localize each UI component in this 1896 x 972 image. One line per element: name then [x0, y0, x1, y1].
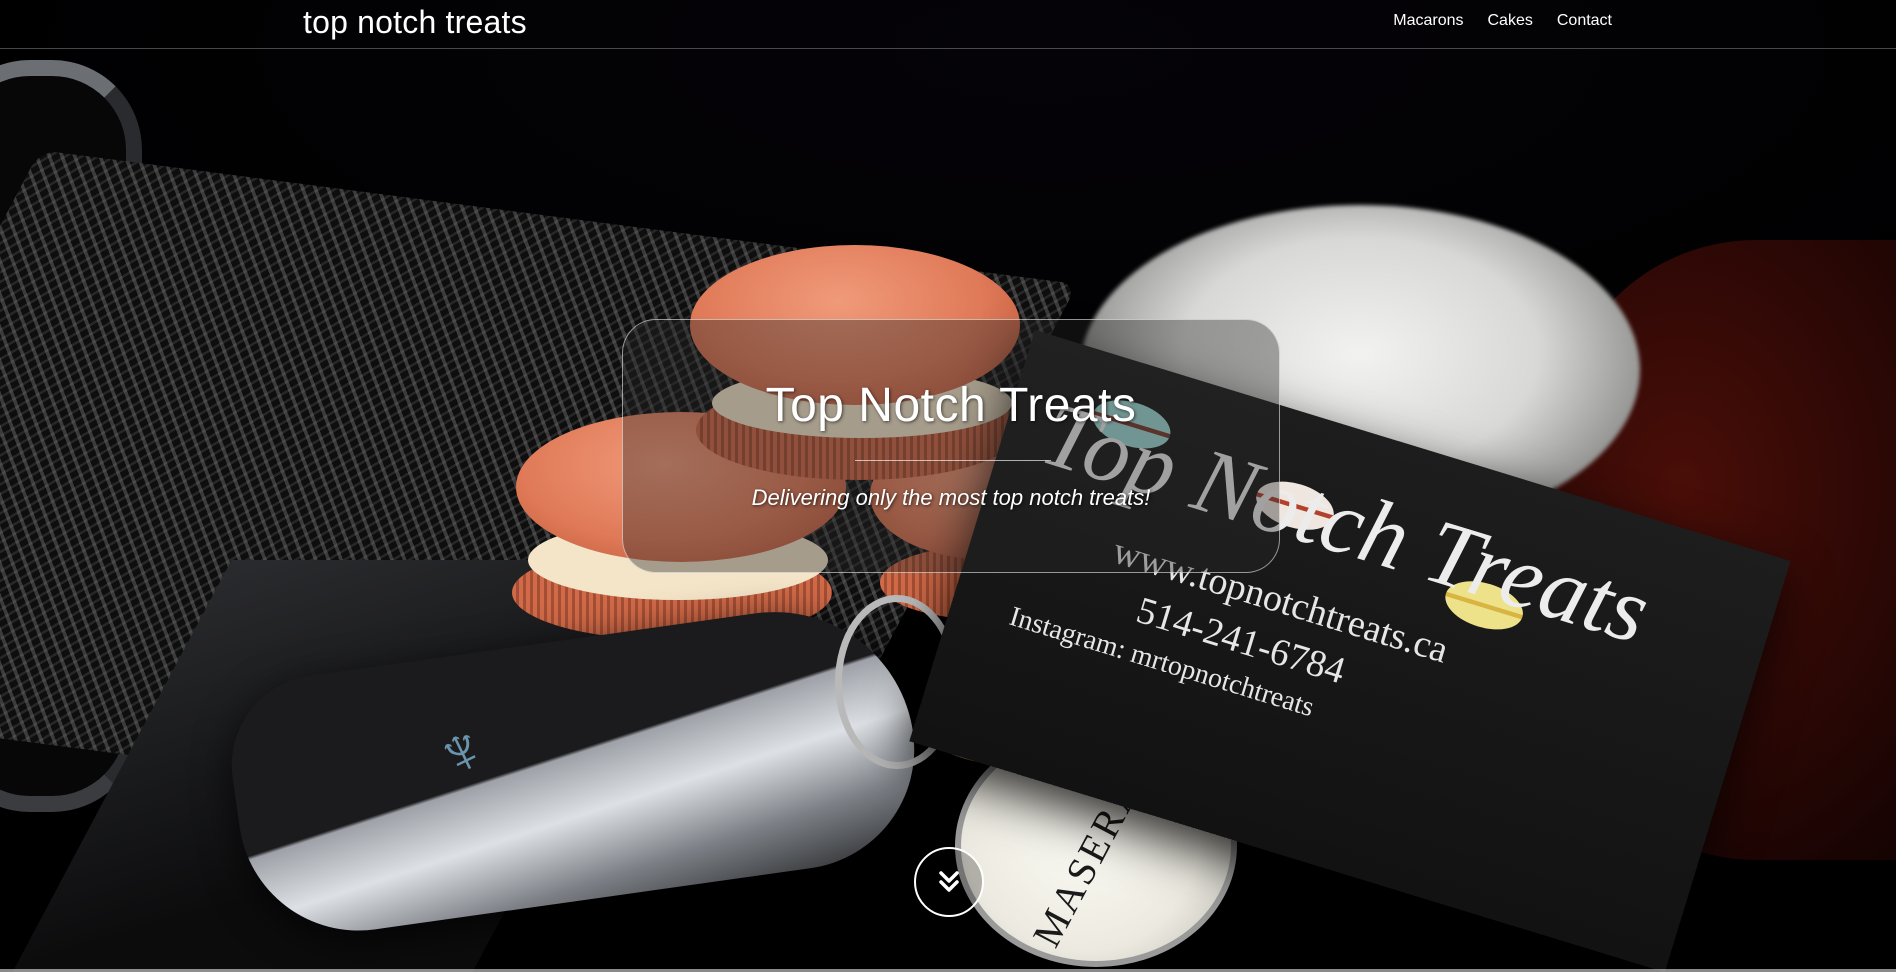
- nav-link-macarons[interactable]: Macarons: [1393, 12, 1463, 30]
- chevron-double-down-icon: [939, 871, 959, 892]
- brand-logo-link[interactable]: top notch treats: [303, 4, 527, 41]
- navbar: top notch treats Macarons Cakes Contact: [0, 0, 1896, 49]
- nav-menu: Macarons Cakes Contact: [1393, 12, 1612, 30]
- nav-link-cakes[interactable]: Cakes: [1488, 12, 1533, 30]
- hero-divider: [855, 460, 1051, 461]
- hero-title: Top Notch Treats: [765, 379, 1137, 432]
- scroll-down-button[interactable]: [914, 847, 984, 917]
- trident-logo-icon: ♆: [420, 704, 502, 798]
- hero-text-box: Top Notch Treats Delivering only the mos…: [622, 319, 1280, 573]
- nav-link-contact[interactable]: Contact: [1557, 12, 1612, 30]
- hero-subtitle: Delivering only the most top notch treat…: [751, 485, 1151, 510]
- page: ♆ MASERATI Top Notch Treats www.topnotch…: [0, 0, 1896, 972]
